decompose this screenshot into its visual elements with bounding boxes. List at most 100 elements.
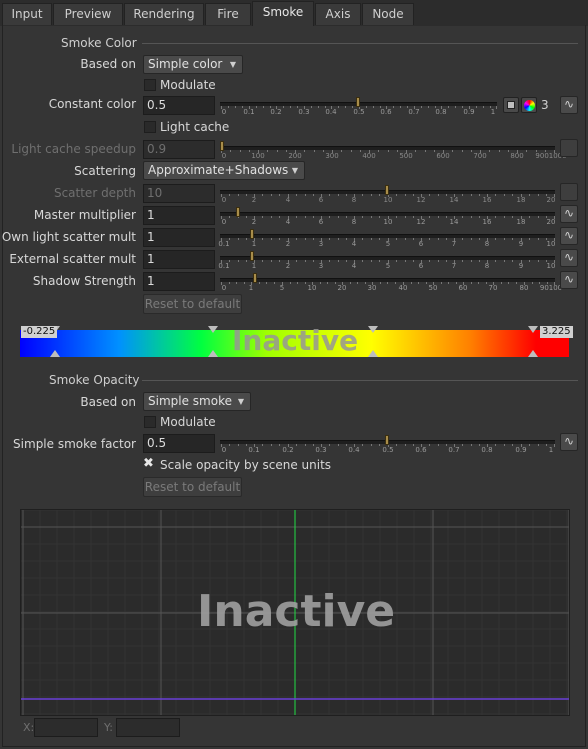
slider-thumb[interactable] xyxy=(250,251,254,261)
slider-tick-labels: 0 2 4 6 8 10 12 14 16 18 20 xyxy=(220,196,556,205)
scale-opacity-checkbox[interactable]: ✖ xyxy=(143,457,157,471)
ramp-knot[interactable] xyxy=(368,326,378,333)
scatter-depth-field[interactable]: 10 xyxy=(143,184,215,203)
slider-thumb[interactable] xyxy=(220,141,224,151)
slider-tick-label: 0 xyxy=(221,196,227,204)
slider-tick-label: 10 xyxy=(383,218,393,226)
slider-tick-label: 40 xyxy=(398,284,408,292)
x-coord-field[interactable] xyxy=(34,718,98,737)
color-based-on-dropdown[interactable]: Simple color ▼ xyxy=(143,55,243,74)
curve-icon[interactable]: ∿ xyxy=(560,271,578,289)
slider-thumb[interactable] xyxy=(385,435,389,445)
opacity-modulate-checkbox[interactable] xyxy=(144,416,156,428)
color-reset-button[interactable]: Reset to default xyxy=(143,294,242,314)
color-modulate-checkbox[interactable] xyxy=(144,79,156,91)
tab-fire[interactable]: Fire xyxy=(205,3,251,25)
simple-smoke-factor-slider[interactable]: 0 0.1 0.2 0.3 0.4 0.5 0.6 0.7 0.8 0.9 1 xyxy=(220,434,555,454)
curve-icon[interactable]: ∿ xyxy=(560,433,578,451)
slider-tick-label: 8 xyxy=(484,262,490,270)
slider-tick-label: 3 xyxy=(318,240,324,248)
swatch-icon xyxy=(507,101,515,109)
curve-icon[interactable]: ∿ xyxy=(560,205,578,223)
slider-tick-labels: 0.1 1 2 3 4 5 6 7 8 9 10 xyxy=(218,262,555,271)
slider-thumb[interactable] xyxy=(356,97,360,107)
slider-tick-label: 500 xyxy=(399,152,413,160)
slider-tick-label: 50 xyxy=(428,284,438,292)
ramp-knot[interactable] xyxy=(528,326,538,333)
light-cache-checkbox[interactable] xyxy=(144,121,156,133)
light-cache-anim-button[interactable] xyxy=(560,139,578,157)
tab-node[interactable]: Node xyxy=(362,3,414,25)
external-scatter-field[interactable]: 1 xyxy=(143,250,215,269)
shadow-strength-slider[interactable]: 0 1 5 10 20 30 40 50 60 70 80 90100 xyxy=(220,272,562,292)
light-cache-speedup-slider[interactable]: 0 100 200 300 400 500 600 700 800 9001000 xyxy=(220,140,567,160)
simple-smoke-factor-field[interactable]: 0.5 xyxy=(143,434,215,453)
master-multiplier-slider[interactable]: 0 2 4 6 8 10 12 14 16 18 20 xyxy=(220,206,555,226)
light-cache-speedup-field[interactable]: 0.9 xyxy=(143,140,215,159)
master-multiplier-field[interactable]: 1 xyxy=(143,206,215,225)
slider-tick-label: 5 xyxy=(385,240,391,248)
scattering-dropdown[interactable]: Approximate+Shadows ▼ xyxy=(143,161,305,180)
slider-tick-label: 0 xyxy=(221,218,227,226)
slider-thumb[interactable] xyxy=(253,273,257,283)
curve-icon[interactable]: ∿ xyxy=(560,96,578,114)
scale-opacity-label: Scale opacity by scene units xyxy=(160,458,332,472)
slider-tick-label: 30 xyxy=(367,284,377,292)
slider-tick-label: 200 xyxy=(288,152,302,160)
slider-tick-label: 10 xyxy=(546,240,556,248)
slider-tick-label: 20 xyxy=(546,218,556,226)
opacity-based-on-dropdown[interactable]: Simple smoke ▼ xyxy=(143,392,251,411)
slider-tick-label: 0.8 xyxy=(435,108,447,116)
curve-icon[interactable]: ∿ xyxy=(560,227,578,245)
tab-preview[interactable]: Preview xyxy=(53,3,123,25)
scatter-depth-anim-button[interactable] xyxy=(560,183,578,201)
dropdown-arrow-icon: ▼ xyxy=(291,166,298,175)
slider-tick-label: 0.8 xyxy=(481,446,493,454)
opacity-curve-editor[interactable]: Inactive xyxy=(20,509,570,716)
slider-tick-label: 0.5 xyxy=(353,108,365,116)
shadow-strength-field[interactable]: 1 xyxy=(143,272,215,291)
own-light-scatter-slider[interactable]: 0.1 1 2 3 4 5 6 7 8 9 10 xyxy=(218,228,556,248)
slider-tick-label: 8 xyxy=(351,218,357,226)
slider-tick-label: 9 xyxy=(518,262,524,270)
slider-tick-label: 1 xyxy=(251,262,257,270)
ramp-knot[interactable] xyxy=(208,326,218,333)
slider-tick-label: 700 xyxy=(473,152,487,160)
slider-tick-label: 2 xyxy=(251,196,257,204)
own-light-scatter-field[interactable]: 1 xyxy=(143,228,215,247)
tab-smoke[interactable]: Smoke xyxy=(252,1,314,26)
slider-tick-label: 18 xyxy=(516,218,526,226)
slider-tick-label: 7 xyxy=(451,262,457,270)
ramp-knot[interactable] xyxy=(50,350,60,357)
slider-tick-label: 20 xyxy=(546,196,556,204)
ramp-knot[interactable] xyxy=(368,350,378,357)
slider-tick-labels: 0 0.1 0.2 0.3 0.4 0.5 0.6 0.7 0.8 0.9 1 xyxy=(220,446,555,455)
tab-axis[interactable]: Axis xyxy=(315,3,361,25)
ramp-inactive-overlay: Inactive xyxy=(232,324,359,357)
slider-tick-label: 0.1 xyxy=(218,262,230,270)
y-coord-field[interactable] xyxy=(116,718,180,737)
dropdown-arrow-icon: ▼ xyxy=(229,60,236,69)
slider-thumb[interactable] xyxy=(236,207,240,217)
color-wheel-button[interactable] xyxy=(521,97,537,113)
color-swatch-button[interactable] xyxy=(503,97,519,113)
slider-tick-label: 9 xyxy=(518,240,524,248)
slider-tick-label: 10 xyxy=(383,196,393,204)
scatter-depth-slider[interactable]: 0 2 4 6 8 10 12 14 16 18 20 xyxy=(220,184,555,204)
color-wheel-icon xyxy=(524,100,535,111)
ramp-knot[interactable] xyxy=(208,350,218,357)
slider-tick-label: 1 xyxy=(548,446,554,454)
slider-tick-label: 0.9 xyxy=(515,446,527,454)
curve-icon[interactable]: ∿ xyxy=(560,249,578,267)
constant-color-slider[interactable]: 0 0.1 0.2 0.3 0.4 0.5 0.6 0.7 0.8 0.9 1 xyxy=(220,96,497,116)
tab-input[interactable]: Input xyxy=(2,3,52,25)
slider-thumb[interactable] xyxy=(385,185,389,195)
slider-thumb[interactable] xyxy=(250,229,254,239)
constant-color-field[interactable]: 0.5 xyxy=(143,96,215,115)
opacity-reset-button[interactable]: Reset to default xyxy=(143,477,242,497)
simple-smoke-factor-label: Simple smoke factor xyxy=(13,437,136,451)
tab-rendering[interactable]: Rendering xyxy=(124,3,204,25)
ramp-knot[interactable] xyxy=(528,350,538,357)
external-scatter-slider[interactable]: 0.1 1 2 3 4 5 6 7 8 9 10 xyxy=(218,250,555,271)
slider-tick-label: 0.7 xyxy=(448,446,460,454)
